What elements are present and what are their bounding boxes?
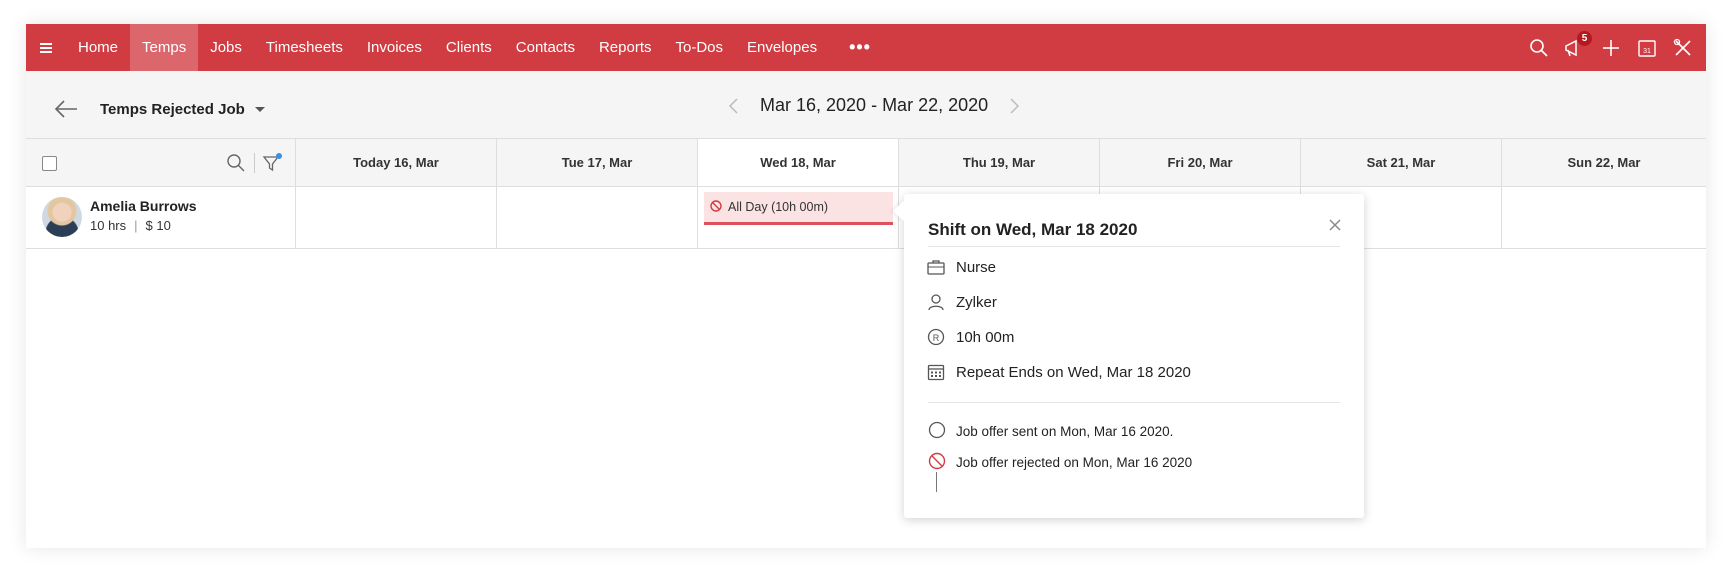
next-week-icon[interactable] xyxy=(1006,96,1022,116)
notification-badge: 5 xyxy=(1577,30,1592,46)
tools-icon[interactable] xyxy=(1672,37,1694,59)
rate-icon: R xyxy=(926,327,946,347)
calendar-icon[interactable]: 31 xyxy=(1636,37,1658,59)
temp-hours: 10 hrs xyxy=(90,218,127,233)
nav-item-jobs[interactable]: Jobs xyxy=(198,24,254,71)
more-menu-icon[interactable]: ••• xyxy=(849,37,871,58)
shift-duration: 10h 00m xyxy=(956,328,1015,346)
briefcase-icon xyxy=(926,257,946,277)
day-cell[interactable] xyxy=(296,186,497,248)
nav-item-timesheets[interactable]: Timesheets xyxy=(254,24,355,71)
duration-row: R 10h 00m xyxy=(926,327,1014,347)
temp-amount: $ 10 xyxy=(145,218,171,233)
temp-meta: 10 hrs | $ 10 xyxy=(90,218,171,233)
filter-icon[interactable] xyxy=(261,152,283,174)
calendar-icon xyxy=(926,362,946,382)
announcement-icon[interactable]: 5 xyxy=(1564,30,1592,59)
timeline-item-rejected: Job offer rejected on Mon, Mar 16 2020 xyxy=(928,452,1192,473)
previous-week-icon[interactable] xyxy=(726,96,742,116)
meta-separator: | xyxy=(134,218,138,233)
temp-cell[interactable]: Amelia Burrows 10 hrs | $ 10 xyxy=(26,186,296,248)
job-name: Nurse xyxy=(956,258,997,276)
day-header: Fri 20, Mar xyxy=(1100,139,1301,186)
chevron-down-icon xyxy=(254,106,265,112)
repeat-row: Repeat Ends on Wed, Mar 18 2020 xyxy=(926,362,1191,382)
nav-item-temps[interactable]: Temps xyxy=(130,24,199,71)
shift-chip-label: All Day (10h 00m) xyxy=(728,200,829,214)
svg-text:31: 31 xyxy=(1643,48,1651,55)
hamburger-menu-icon[interactable] xyxy=(26,24,66,71)
nav-actions: 5 31 xyxy=(1528,24,1694,71)
nav-item-home[interactable]: Home xyxy=(66,24,130,71)
search-icon[interactable] xyxy=(226,153,246,173)
person-icon xyxy=(926,292,946,312)
date-range-label: Mar 16, 2020 - Mar 22, 2020 xyxy=(760,95,989,115)
temp-name: Amelia Burrows xyxy=(90,198,197,214)
day-cell[interactable] xyxy=(497,186,698,248)
add-icon[interactable] xyxy=(1600,37,1622,59)
nav-item-envelopes[interactable]: Envelopes xyxy=(735,24,829,71)
schedule-header: Today 16, Mar Tue 17, Mar Wed 18, Mar Th… xyxy=(26,138,1706,187)
day-header: Sun 22, Mar xyxy=(1567,155,1641,170)
circle-icon xyxy=(928,421,946,442)
day-header: Tue 17, Mar xyxy=(497,139,698,186)
day-cell[interactable]: All Day (10h 00m) xyxy=(698,186,899,248)
back-arrow-icon[interactable] xyxy=(53,98,79,120)
app-window: Home Temps Jobs Timesheets Invoices Clie… xyxy=(26,24,1706,548)
nav-item-contacts[interactable]: Contacts xyxy=(504,24,587,71)
divider xyxy=(928,246,1340,247)
timeline-connector xyxy=(936,472,937,492)
job-row: Nurse xyxy=(926,257,996,277)
top-nav: Home Temps Jobs Timesheets Invoices Clie… xyxy=(26,24,1706,71)
divider xyxy=(254,153,255,173)
timeline-text: Job offer rejected on Mon, Mar 16 2020 xyxy=(956,455,1193,470)
search-icon[interactable] xyxy=(1528,37,1550,59)
rejected-icon xyxy=(928,452,946,473)
rejected-icon xyxy=(710,199,722,215)
day-header: Thu 19, Mar xyxy=(899,139,1100,186)
svg-text:R: R xyxy=(933,333,940,343)
select-all-checkbox[interactable] xyxy=(42,156,57,171)
repeat-ends: Repeat Ends on Wed, Mar 18 2020 xyxy=(956,363,1191,381)
close-icon[interactable] xyxy=(1328,218,1342,232)
view-selector[interactable]: Temps Rejected Job xyxy=(100,98,265,120)
date-navigator: Mar 16, 2020 - Mar 22, 2020 xyxy=(726,95,1022,116)
day-header: Sat 21, Mar xyxy=(1301,139,1502,186)
nav-item-todos[interactable]: To-Dos xyxy=(664,24,736,71)
temps-column-header xyxy=(26,139,296,186)
table-row: Amelia Burrows 10 hrs | $ 10 All Day (10… xyxy=(26,186,1706,249)
day-header-selected: Wed 18, Mar xyxy=(698,139,899,186)
timeline-text: Job offer sent on Mon, Mar 16 2020. xyxy=(956,424,1174,439)
divider xyxy=(928,402,1340,403)
shift-details-popover: Shift on Wed, Mar 18 2020 Nurse Zylker R… xyxy=(893,194,1364,518)
avatar xyxy=(42,197,82,237)
shift-chip[interactable]: All Day (10h 00m) xyxy=(704,192,893,225)
client-row: Zylker xyxy=(926,292,997,312)
day-cell[interactable] xyxy=(1502,186,1706,248)
popover-title: Shift on Wed, Mar 18 2020 xyxy=(928,220,1138,239)
nav-item-reports[interactable]: Reports xyxy=(587,24,664,71)
client-name: Zylker xyxy=(956,293,997,311)
nav-item-invoices[interactable]: Invoices xyxy=(355,24,434,71)
day-header: Today 16, Mar xyxy=(296,139,497,186)
timeline-item-sent: Job offer sent on Mon, Mar 16 2020. xyxy=(928,421,1173,442)
view-selector-label: Temps Rejected Job xyxy=(100,100,245,118)
nav-item-clients[interactable]: Clients xyxy=(434,24,504,71)
